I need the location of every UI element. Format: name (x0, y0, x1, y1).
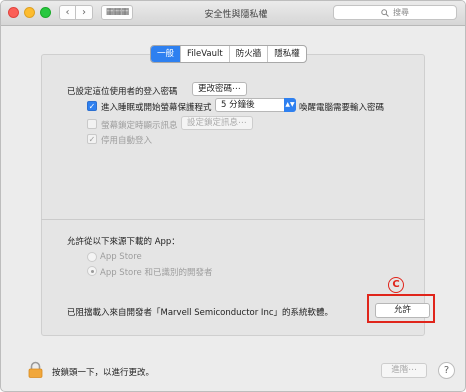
window-title: 安全性與隱私權 (204, 10, 268, 20)
checkmark-icon: ✓ (88, 102, 96, 111)
radio-app-store[interactable] (87, 252, 97, 262)
search-icon (381, 8, 389, 17)
section-divider (41, 219, 425, 220)
lock-icon[interactable] (27, 361, 44, 378)
change-password-button[interactable]: 更改密碼⋯ (192, 82, 247, 96)
tab-filevault[interactable]: FileVault (180, 46, 229, 62)
advanced-button[interactable]: 進階⋯ (381, 363, 427, 378)
tab-firewall[interactable]: 防火牆 (228, 46, 268, 62)
help-button[interactable]: ? (438, 362, 455, 379)
require-password-suffix: 喚醒電腦需要輸入密碼 (299, 103, 385, 113)
disable-auto-login-checkbox[interactable]: ✓ (87, 134, 97, 144)
minimize-window-button[interactable] (24, 7, 35, 18)
show-message-label: 螢幕鎖定時顯示訊息 (101, 121, 178, 131)
radio-app-store-label: App Store (100, 252, 142, 262)
tab-general[interactable]: 一般 (151, 46, 181, 62)
checkmark-icon: ✓ (88, 135, 96, 144)
zoom-window-button[interactable] (40, 7, 51, 18)
set-lock-message-button[interactable]: 設定鎖定訊息⋯ (181, 116, 253, 130)
show-all-button[interactable]: ▦▦▦ (101, 5, 133, 20)
forward-button[interactable]: › (76, 5, 93, 20)
preferences-window: ‹ › ▦▦▦ 安全性與隱私權 搜尋 一般 FileVault 防火牆 隱私權 … (0, 0, 466, 392)
require-password-label: 進入睡眠或開始螢幕保護程式 (101, 103, 212, 113)
chevron-left-icon: ‹ (65, 7, 70, 18)
chevron-right-icon: › (82, 7, 86, 18)
password-delay-value: 5 分鐘後 (221, 100, 255, 110)
back-button[interactable]: ‹ (59, 5, 76, 20)
updown-arrows-icon: ▲▼ (284, 98, 296, 112)
close-window-button[interactable] (8, 7, 19, 18)
blocked-software-message: 已阻擋載入來自開發者「Marvell Semiconductor Inc」的系統… (67, 308, 334, 318)
allow-apps-heading: 允許從以下來源下載的 App： (67, 237, 180, 247)
radio-identified-developers-label: App Store 和已識別的開發者 (100, 268, 213, 278)
search-placeholder: 搜尋 (393, 8, 409, 17)
login-password-label: 已設定這位使用者的登入密碼 (67, 87, 178, 97)
highlight-box (367, 294, 435, 323)
disable-auto-login-label: 停用自動登入 (101, 136, 153, 146)
password-delay-select[interactable]: 5 分鐘後 ▲▼ (215, 98, 296, 112)
search-field[interactable]: 搜尋 (333, 5, 457, 20)
grid-icon: ▦▦▦ (105, 7, 129, 17)
require-password-checkbox[interactable]: ✓ (87, 101, 97, 111)
radio-identified-developers[interactable] (87, 266, 97, 276)
step-marker: C (388, 277, 404, 293)
tab-bar: 一般 FileVault 防火牆 隱私權 (150, 45, 307, 63)
tab-privacy[interactable]: 隱私權 (267, 46, 306, 62)
lock-instruction: 按鎖頭一下，以進行更改。 (52, 368, 155, 378)
show-message-checkbox[interactable] (87, 119, 97, 129)
title-bar: ‹ › ▦▦▦ 安全性與隱私權 搜尋 (1, 1, 465, 26)
